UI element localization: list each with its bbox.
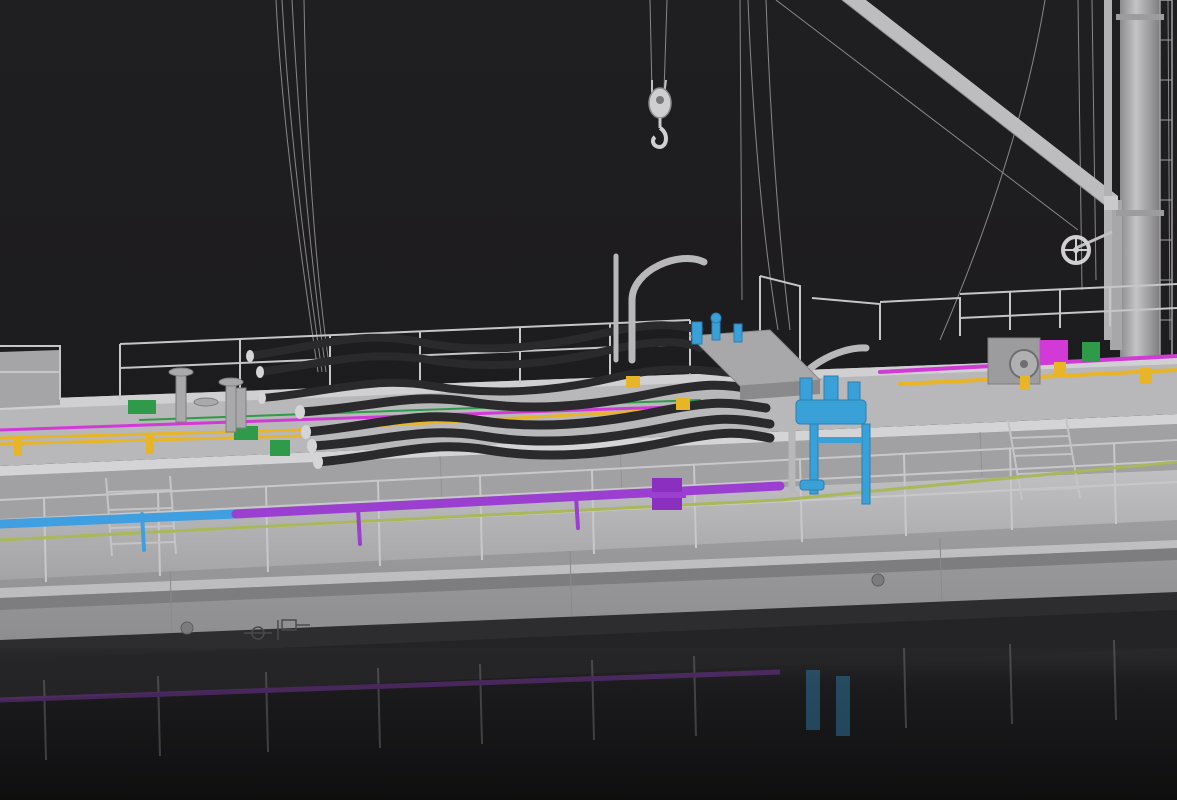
- deckhouse-left: [0, 350, 60, 408]
- ship-deck-scene: [0, 0, 1177, 800]
- valve-icon: [650, 478, 686, 510]
